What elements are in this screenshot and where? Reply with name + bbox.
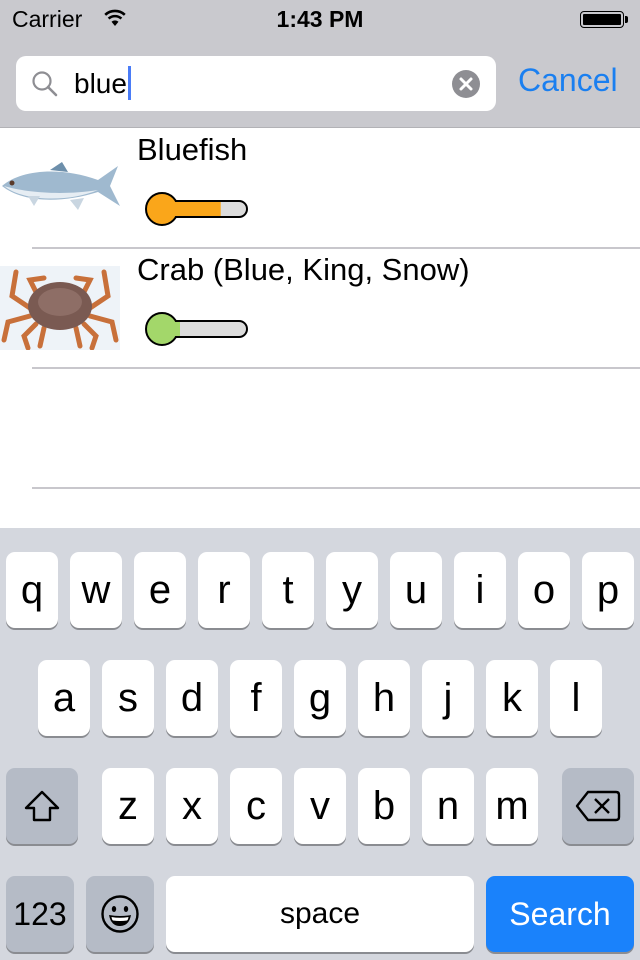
search-key-label: Search [509,895,611,932]
key-i[interactable]: i [454,552,506,628]
key-s[interactable]: s [102,660,154,736]
key-label: f [250,675,262,720]
key-label: g [308,675,332,720]
key-label: s [118,675,138,720]
key-o[interactable]: o [518,552,570,628]
key-q[interactable]: q [6,552,58,628]
space-key[interactable]: space [166,876,474,952]
row-divider [32,367,640,369]
key-a[interactable]: a [38,660,90,736]
bluefish-thumbnail [2,162,120,210]
key-e[interactable]: e [134,552,186,628]
key-u[interactable]: u [390,552,442,628]
status-bar: Carrier 1:43 PM [0,0,640,40]
meter-bulb-joint [166,322,180,336]
key-w[interactable]: w [70,552,122,628]
emoji-icon [101,895,139,933]
key-j[interactable]: j [422,660,474,736]
row-divider [32,487,640,489]
result-title: Bluefish [137,132,248,167]
key-label: o [532,567,556,612]
key-v[interactable]: v [294,768,346,844]
numbers-key-label: 123 [13,895,67,932]
shift-icon [24,790,60,822]
results-list: Bluefish Crab (Blue, King, Snow) [0,128,640,528]
level-meter [145,192,248,226]
cancel-button[interactable]: Cancel [518,62,618,99]
key-label: q [20,567,44,612]
key-label: w [81,567,111,612]
search-input[interactable]: blue [74,66,131,100]
key-d[interactable]: d [166,660,218,736]
emoji-key[interactable] [86,876,154,952]
delete-icon [575,790,621,822]
battery-level [583,14,621,25]
list-item[interactable]: Bluefish [0,128,640,248]
key-label: t [282,567,294,612]
key-label: k [502,675,522,720]
list-item[interactable]: Crab (Blue, King, Snow) [0,248,640,368]
level-meter [145,312,248,346]
search-input-value: blue [74,68,127,99]
crab-thumbnail [0,266,120,350]
search-key[interactable]: Search [486,876,634,952]
clear-icon[interactable] [452,70,480,98]
numbers-key[interactable]: 123 [6,876,74,952]
search-field[interactable]: blue [16,56,496,111]
key-b[interactable]: b [358,768,410,844]
key-y[interactable]: y [326,552,378,628]
key-label: a [52,675,76,720]
key-label: e [148,567,172,612]
result-title: Crab (Blue, King, Snow) [137,252,470,287]
key-k[interactable]: k [486,660,538,736]
key-label: i [475,567,485,612]
key-label: z [118,783,138,828]
key-label: r [217,567,231,612]
search-icon [30,69,60,104]
search-header: Carrier 1:43 PM blue Cancel [0,0,640,127]
key-l[interactable]: l [550,660,602,736]
key-z[interactable]: z [102,768,154,844]
key-n[interactable]: n [422,768,474,844]
key-label: v [310,783,330,828]
key-label: p [596,567,620,612]
key-label: j [443,675,453,720]
key-f[interactable]: f [230,660,282,736]
key-g[interactable]: g [294,660,346,736]
meter-bulb-joint [166,202,180,216]
key-label: l [571,675,581,720]
key-label: m [495,783,529,828]
key-c[interactable]: c [230,768,282,844]
key-t[interactable]: t [262,552,314,628]
key-h[interactable]: h [358,660,410,736]
keyboard: 123 space Search qwer t yu i op asd f gh j k l zxcv… [0,528,640,960]
key-label: u [404,567,428,612]
clock: 1:43 PM [276,6,364,32]
key-x[interactable]: x [166,768,218,844]
key-label: d [180,675,204,720]
space-key-label: space [279,897,361,930]
key-label: x [182,783,202,828]
key-p[interactable]: p [582,552,634,628]
delete-key[interactable] [562,768,634,844]
key-m[interactable]: m [486,768,538,844]
battery-tip [625,16,628,23]
key-label: n [436,783,460,828]
key-label: h [372,675,396,720]
text-caret [127,66,131,100]
key-label: b [372,783,396,828]
shift-key[interactable] [6,768,78,844]
key-r[interactable]: r [198,552,250,628]
battery-icon [580,11,624,28]
key-label: c [246,783,266,828]
key-label: y [342,567,362,612]
